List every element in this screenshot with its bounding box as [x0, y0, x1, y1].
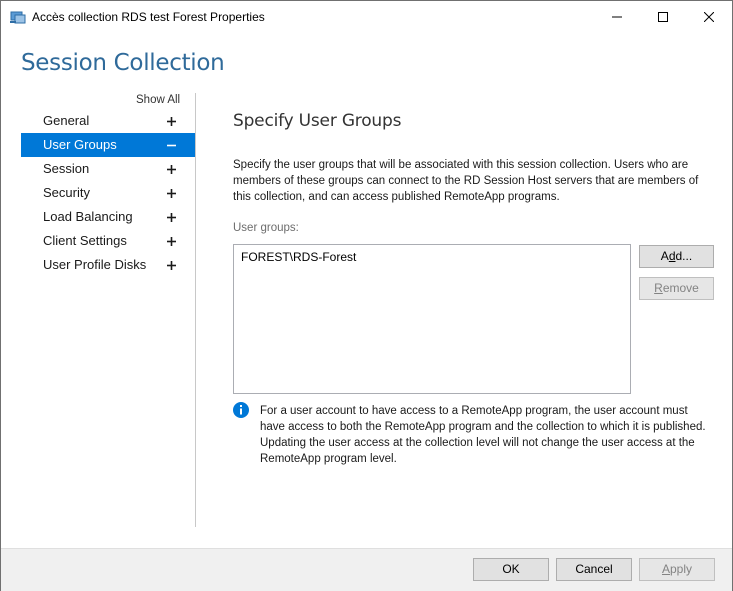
sidebar-item-client-settings[interactable]: Client Settings [21, 229, 195, 253]
page-title: Session Collection [21, 50, 225, 76]
title-bar: Accès collection RDS test Forest Propert… [1, 1, 732, 32]
user-groups-list[interactable]: FOREST\RDS-Forest [233, 244, 631, 394]
sidebar-item-security[interactable]: Security [21, 181, 195, 205]
remove-button[interactable]: Remove [639, 277, 714, 300]
sidebar-item-general[interactable]: General [21, 109, 195, 133]
sidebar-item-label: Session [43, 161, 90, 176]
apply-label-suffix: pply [670, 562, 693, 576]
apply-button[interactable]: Apply [639, 558, 715, 581]
remove-label-suffix: emove [662, 281, 699, 295]
info-icon [233, 402, 249, 418]
sidebar-nav: General User Groups Session Security Loa… [21, 109, 195, 277]
expand-icon [165, 109, 177, 133]
sidebar-item-label: User Groups [43, 137, 117, 152]
ok-button[interactable]: OK [473, 558, 549, 581]
list-item[interactable]: FOREST\RDS-Forest [234, 245, 630, 264]
add-button[interactable]: Add... [639, 245, 714, 268]
expand-icon [165, 205, 177, 229]
section-description: Specify the user groups that will be ass… [233, 159, 699, 203]
sidebar-item-session[interactable]: Session [21, 157, 195, 181]
minimize-button[interactable] [594, 1, 640, 32]
maximize-button[interactable] [640, 1, 686, 32]
sidebar-item-label: Load Balancing [43, 209, 133, 224]
sidebar-item-label: Security [43, 185, 90, 200]
expand-icon [165, 229, 177, 253]
properties-window: Accès collection RDS test Forest Propert… [0, 0, 733, 591]
remove-label-accel: R [654, 281, 663, 295]
expand-icon [165, 157, 177, 181]
sidebar-item-user-groups[interactable]: User Groups [21, 133, 195, 157]
sidebar-item-label: Client Settings [43, 233, 127, 248]
sidebar-item-label: General [43, 113, 90, 128]
window-title: Accès collection RDS test Forest Propert… [32, 10, 265, 24]
add-label-suffix: d... [675, 249, 693, 263]
close-button[interactable] [686, 1, 732, 32]
add-label-accel: d [668, 249, 676, 263]
minimize-icon [612, 16, 622, 17]
expand-icon [165, 253, 177, 277]
add-label-prefix: A [660, 249, 669, 263]
show-all-link[interactable]: Show All [136, 94, 180, 106]
apply-label-accel: A [661, 562, 670, 576]
remote-desktop-app-icon [10, 10, 26, 24]
sidebar-divider [195, 93, 196, 527]
sidebar-item-user-profile-disks[interactable]: User Profile Disks [21, 253, 195, 277]
expand-icon [165, 181, 177, 205]
sidebar-item-label: User Profile Disks [43, 257, 147, 272]
sidebar-item-load-balancing[interactable]: Load Balancing [21, 205, 195, 229]
maximize-icon [658, 11, 668, 22]
close-icon [704, 11, 714, 22]
section-title: Specify User Groups [233, 111, 402, 131]
cancel-button[interactable]: Cancel [556, 558, 632, 581]
info-message: For a user account to have access to a R… [260, 405, 706, 465]
collapse-icon [165, 133, 177, 157]
user-groups-label: User groups: [233, 222, 299, 234]
